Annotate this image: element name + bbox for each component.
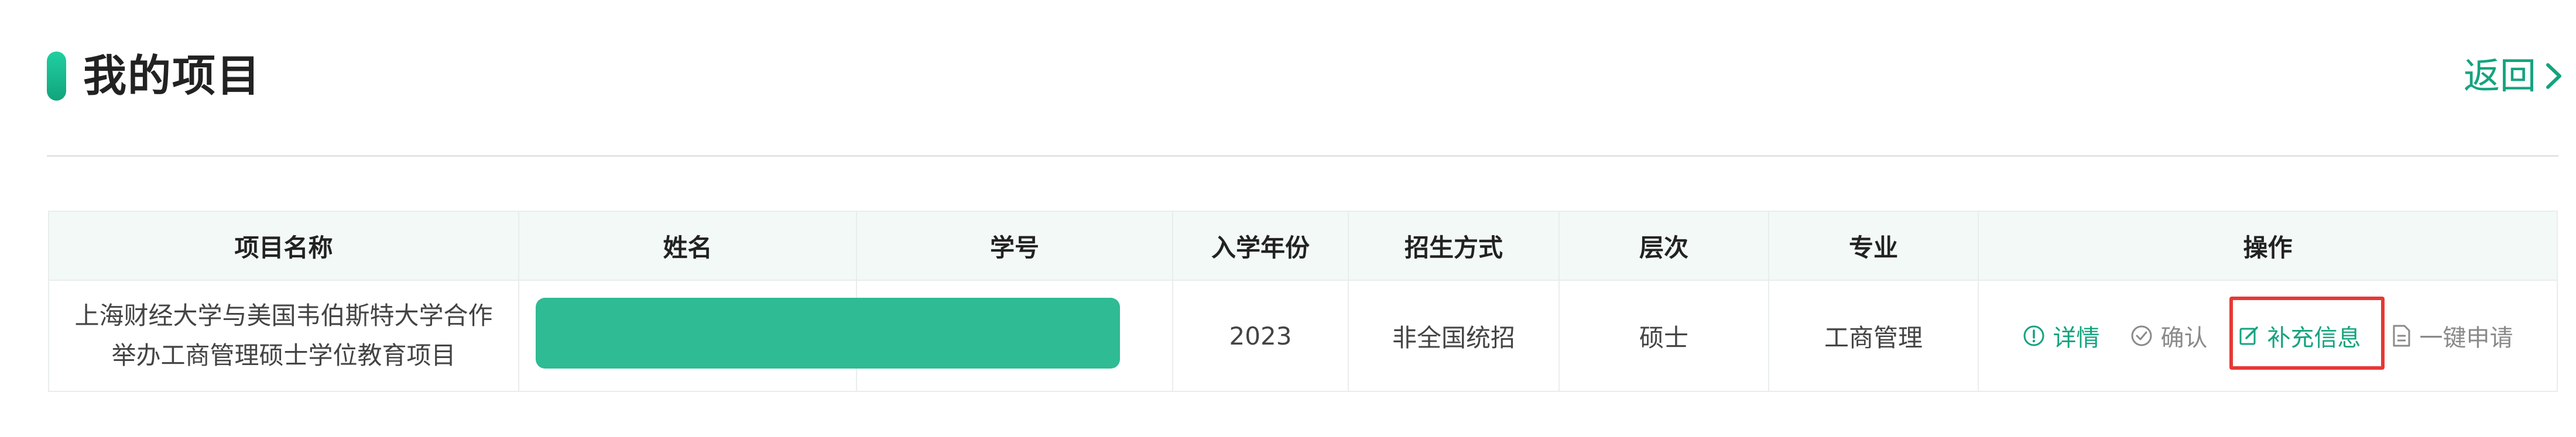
one-click-apply-label: 一键申请 (2419, 325, 2513, 352)
cell-year: 2023 (1172, 280, 1349, 392)
edit-icon (2239, 326, 2258, 345)
details-label: 详情 (2053, 325, 2100, 352)
info-icon (2023, 325, 2044, 346)
title-accent-bar (47, 51, 66, 101)
table-header-row: 项目名称 姓名 学号 入学年份 招生方式 层次 专业 操作 (48, 211, 2558, 281)
document-icon (2393, 325, 2410, 347)
confirm-label: 确认 (2160, 325, 2208, 352)
supplement-info-button[interactable]: 补充信息 (2238, 319, 2361, 353)
back-label: 返回 (2463, 54, 2536, 97)
page-header: 我的项目 返回 (47, 47, 2564, 105)
cell-enrollment-method: 非全国统招 (1348, 280, 1560, 392)
action-group: 详情 确认 补充信息 一键申请 (1979, 319, 2556, 353)
header-project-name: 项目名称 (48, 211, 519, 281)
redacted-name-id-block (536, 298, 1120, 369)
header-student-id: 学号 (856, 211, 1173, 281)
cell-level: 硕士 (1558, 280, 1769, 392)
cell-major: 工商管理 (1768, 280, 1979, 392)
projects-table: 项目名称 姓名 学号 入学年份 招生方式 层次 专业 操作 上海财经大学与美国韦… (48, 211, 2558, 392)
back-button[interactable]: 返回 (2464, 47, 2564, 105)
cell-actions: 详情 确认 补充信息 一键申请 (1978, 280, 2558, 392)
supplement-info-label: 补充信息 (2267, 325, 2361, 352)
header-divider (47, 155, 2558, 157)
check-circle-icon (2131, 325, 2152, 346)
header-enrollment-method: 招生方式 (1348, 211, 1560, 281)
chevron-right-icon (2546, 63, 2561, 89)
table-row: 上海财经大学与美国韦伯斯特大学合作举办工商管理硕士学位教育项目 2023 非全国… (48, 280, 2558, 392)
one-click-apply-button[interactable]: 一键申请 (2392, 319, 2513, 353)
header-level: 层次 (1558, 211, 1769, 281)
header-major: 专业 (1768, 211, 1979, 281)
cell-project-name: 上海财经大学与美国韦伯斯特大学合作举办工商管理硕士学位教育项目 (48, 280, 519, 392)
header-name: 姓名 (518, 211, 857, 281)
confirm-button[interactable]: 确认 (2130, 319, 2208, 353)
header-year: 入学年份 (1172, 211, 1349, 281)
header-actions: 操作 (1978, 211, 2558, 281)
details-button[interactable]: 详情 (2023, 319, 2100, 353)
page-title: 我的项目 (83, 51, 261, 101)
